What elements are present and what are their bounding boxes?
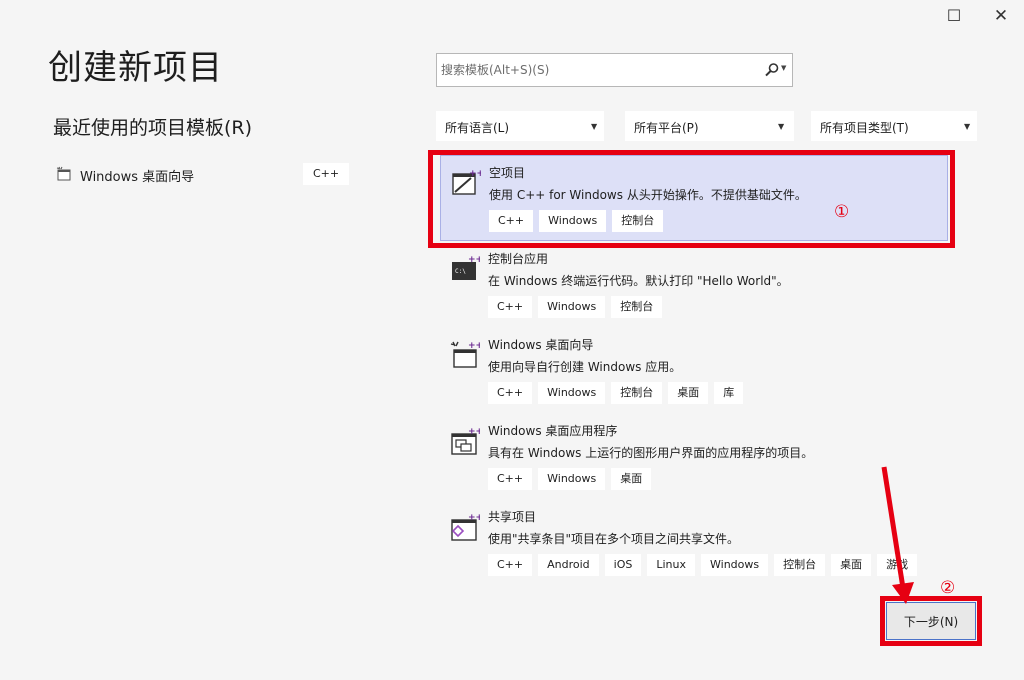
- close-icon[interactable]: ✕: [991, 6, 1011, 26]
- recent-template-item[interactable]: Windows 桌面向导 C++: [50, 160, 350, 188]
- template-tag: C++: [488, 296, 533, 318]
- svg-text:++: ++: [468, 255, 480, 265]
- recent-templates-heading: 最近使用的项目模板(R): [53, 117, 253, 139]
- template-tag: Windows: [538, 296, 606, 318]
- platform-filter-label: 所有平台(P): [634, 121, 699, 135]
- next-button[interactable]: 下一步(N): [886, 602, 976, 640]
- template-description: 在 Windows 终端运行代码。默认打印 "Hello World"。: [488, 274, 789, 288]
- template-tag: Windows: [701, 554, 769, 576]
- template-tag: 游戏: [877, 554, 918, 576]
- template-tags: C++ Windows 桌面: [488, 468, 652, 490]
- template-tag: C++: [489, 210, 534, 232]
- template-tag: Android: [538, 554, 599, 576]
- template-tag: C++: [488, 468, 533, 490]
- template-item-empty-project[interactable]: ++ 空项目 使用 C++ for Windows 从头开始操作。不提供基础文件…: [440, 155, 948, 241]
- svg-text:C:\: C:\: [455, 268, 466, 275]
- template-tag: Windows: [539, 210, 607, 232]
- desktop-wizard-icon: ++: [450, 341, 480, 368]
- template-tag: 桌面: [611, 468, 652, 490]
- template-tag: C++: [488, 554, 533, 576]
- svg-text:++: ++: [468, 341, 480, 351]
- language-filter-label: 所有语言(L): [445, 121, 510, 135]
- project-type-filter-label: 所有项目类型(T): [820, 121, 909, 135]
- template-tag: iOS: [604, 554, 642, 576]
- project-type-filter-dropdown[interactable]: 所有项目类型(T) ▼: [811, 111, 977, 141]
- search-options-chevron-icon[interactable]: ▼: [781, 64, 786, 72]
- template-item-desktop-wizard[interactable]: ++ Windows 桌面向导 使用向导自行创建 Windows 应用。 C++…: [440, 328, 948, 414]
- template-tags: C++ Windows 控制台: [488, 296, 663, 318]
- template-description: 使用向导自行创建 Windows 应用。: [488, 360, 682, 374]
- svg-text:++: ++: [469, 169, 481, 179]
- shared-project-icon: ++: [451, 513, 480, 541]
- template-title: Windows 桌面向导: [488, 338, 594, 352]
- template-item-shared-project[interactable]: ++ 共享项目 使用"共享条目"项目在多个项目之间共享文件。 C++ Andro…: [440, 500, 948, 586]
- template-tags: C++ Windows 控制台: [489, 210, 664, 232]
- template-tag: 控制台: [611, 296, 663, 318]
- template-tag: 控制台: [612, 210, 664, 232]
- template-tag: Windows: [538, 382, 606, 404]
- maximize-icon[interactable]: ☐: [944, 6, 964, 26]
- recent-template-label: Windows 桌面向导: [80, 170, 195, 185]
- template-item-desktop-app[interactable]: ++ Windows 桌面应用程序 具有在 Windows 上运行的图形用户界面…: [440, 414, 948, 500]
- chevron-down-icon: ▼: [778, 122, 785, 131]
- template-title: Windows 桌面应用程序: [488, 424, 618, 438]
- template-description: 具有在 Windows 上运行的图形用户界面的应用程序的项目。: [488, 446, 814, 460]
- chevron-down-icon: ▼: [964, 122, 971, 131]
- template-description: 使用"共享条目"项目在多个项目之间共享文件。: [488, 532, 740, 546]
- template-title: 共享项目: [488, 510, 537, 524]
- template-tag: 控制台: [774, 554, 826, 576]
- template-tags: C++ Windows 控制台 桌面 库: [488, 382, 744, 404]
- template-tag: 桌面: [831, 554, 872, 576]
- windows-desktop-wizard-icon: [56, 166, 71, 181]
- template-tag: C++: [488, 382, 533, 404]
- search-icon[interactable]: [764, 62, 780, 78]
- search-box: ▼: [436, 53, 793, 87]
- template-tag: Linux: [647, 554, 695, 576]
- annotation-number-1: ①: [834, 202, 850, 222]
- recent-template-tag: C++: [303, 163, 350, 185]
- chevron-down-icon: ▼: [591, 122, 598, 131]
- empty-project-icon: ++: [452, 169, 481, 195]
- template-tag: 控制台: [611, 382, 663, 404]
- annotation-number-2: ②: [940, 578, 956, 598]
- template-tag: 库: [714, 382, 744, 404]
- language-filter-dropdown[interactable]: 所有语言(L) ▼: [436, 111, 604, 141]
- template-tags: C++ Android iOS Linux Windows 控制台 桌面 游戏: [488, 554, 918, 576]
- platform-filter-dropdown[interactable]: 所有平台(P) ▼: [625, 111, 794, 141]
- template-tag: 桌面: [668, 382, 709, 404]
- template-title: 空项目: [489, 166, 526, 180]
- template-item-console-app[interactable]: C:\ ++ 控制台应用 在 Windows 终端运行代码。默认打印 "Hell…: [440, 242, 948, 328]
- svg-text:++: ++: [468, 427, 480, 437]
- console-app-icon: C:\ ++: [452, 255, 480, 280]
- template-tag: Windows: [538, 468, 606, 490]
- svg-text:++: ++: [468, 513, 480, 523]
- page-title: 创建新项目: [48, 48, 223, 88]
- template-description: 使用 C++ for Windows 从头开始操作。不提供基础文件。: [489, 188, 807, 202]
- template-title: 控制台应用: [488, 252, 549, 266]
- desktop-app-icon: ++: [451, 427, 480, 455]
- search-input[interactable]: [441, 60, 751, 80]
